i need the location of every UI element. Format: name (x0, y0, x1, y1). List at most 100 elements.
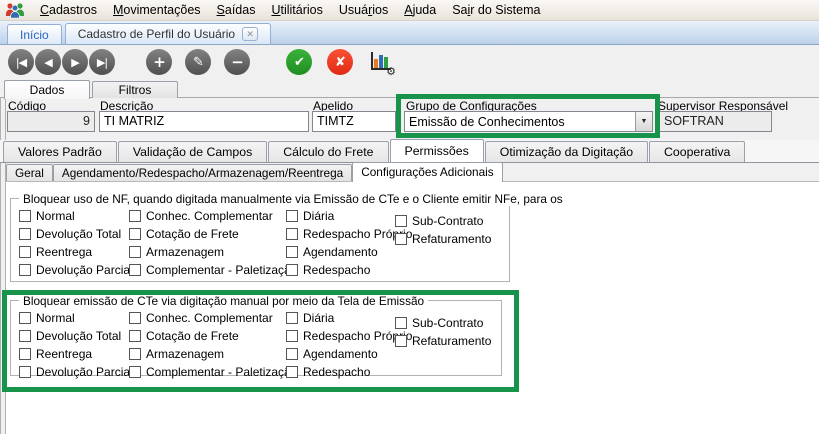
close-icon[interactable]: ✕ (242, 27, 259, 41)
checkbox-item[interactable]: Redespacho Próprio (286, 225, 412, 243)
checkbox-item[interactable]: Agendamento (286, 243, 395, 261)
group-bloquear-emissao-cte: Bloquear emissão de CTe via digitação ma… (10, 294, 502, 379)
tab-valores-padrao[interactable]: Valores Padrão (3, 141, 117, 162)
tab-geral[interactable]: Geral (6, 164, 53, 181)
checkbox-item[interactable]: Cotação de Frete (129, 225, 286, 243)
cancel-button[interactable]: ✘ (327, 49, 353, 75)
checkbox[interactable] (129, 228, 141, 240)
checkbox[interactable] (129, 312, 141, 324)
descricao-field[interactable]: TI MATRIZ (99, 111, 309, 132)
checkbox-item[interactable]: Sub-Contrato (395, 212, 507, 230)
checkbox[interactable] (19, 348, 31, 360)
checkbox[interactable] (286, 330, 298, 342)
checkbox-item[interactable]: Conhec. Complementar (129, 309, 286, 327)
checkbox[interactable] (286, 366, 298, 378)
tab-permissoes[interactable]: Permissões (389, 139, 484, 163)
checkbox-item[interactable]: Redespacho Próprio (286, 327, 412, 345)
insert-record-button[interactable]: + (146, 49, 172, 75)
tab-configuracoes-adicionais[interactable]: Configurações Adicionais (352, 162, 503, 182)
tab-cadastro-perfil-usuario[interactable]: Cadastro de Perfil do Usuário ✕ (64, 23, 272, 44)
tab-inicio[interactable]: Início (7, 24, 62, 44)
checkbox-item[interactable]: Devolução Parcial (19, 261, 133, 279)
tab-otimizacao-da-digitacao[interactable]: Otimização da Digitação (484, 141, 649, 162)
checkbox[interactable] (19, 330, 31, 342)
checkbox-item[interactable]: Diária (286, 309, 395, 327)
checkbox[interactable] (395, 233, 407, 245)
checkbox[interactable] (19, 228, 31, 240)
checkbox-item[interactable]: Diária (286, 207, 395, 225)
main-tabs: Valores Padrão Validação de Campos Cálcu… (0, 139, 819, 163)
first-record-button[interactable]: |◀ (8, 49, 34, 75)
checkbox-item[interactable]: Reentrega (19, 243, 129, 261)
checkbox[interactable] (19, 264, 31, 276)
menu-item-saidas[interactable]: Saídas (209, 1, 264, 19)
edit-record-button[interactable]: ✎ (185, 49, 211, 75)
checkbox[interactable] (395, 215, 407, 227)
checkbox-item[interactable]: Conhec. Complementar (129, 207, 286, 225)
checkbox-item[interactable]: Armazenagem (129, 243, 286, 261)
checkbox[interactable] (286, 210, 298, 222)
checkbox-item[interactable]: Devolução Total (19, 327, 129, 345)
checkbox-item[interactable]: Devolução Total (19, 225, 129, 243)
checkbox[interactable] (129, 330, 141, 342)
tab-label: Cadastro de Perfil do Usuário (77, 27, 236, 41)
checkbox[interactable] (19, 246, 31, 258)
checkbox-label: Normal (36, 209, 75, 223)
checkbox-label: Cotação de Frete (146, 329, 239, 343)
checkbox[interactable] (395, 317, 407, 329)
checkbox-item[interactable]: Agendamento (286, 345, 395, 363)
checkbox[interactable] (129, 246, 141, 258)
menu-item-ajuda[interactable]: Ajuda (396, 1, 444, 19)
checkbox-item[interactable]: Cotação de Frete (129, 327, 286, 345)
menu-item-cadastros[interactable]: Cadastros (32, 1, 105, 19)
checkbox[interactable] (286, 264, 298, 276)
document-tab-strip: Início Cadastro de Perfil do Usuário ✕ (0, 21, 819, 45)
chevron-down-icon[interactable]: ▼ (635, 112, 652, 131)
checkbox[interactable] (19, 210, 31, 222)
checkbox[interactable] (395, 335, 407, 347)
checkbox-item[interactable]: Refaturamento (395, 230, 507, 248)
checkbox-label: Redespacho (303, 263, 371, 277)
apelido-field[interactable]: TIMTZ (312, 111, 396, 132)
prior-record-button[interactable]: ◀ (35, 49, 61, 75)
checkbox-item[interactable]: Devolução Parcial (19, 363, 133, 381)
tab-cooperativa[interactable]: Cooperativa (649, 141, 746, 162)
confirm-button[interactable]: ✔ (286, 49, 312, 75)
checkbox-item[interactable]: Complementar - Paletização (129, 363, 297, 381)
chart-settings-button[interactable]: ⚙ (367, 49, 396, 78)
tab-dados[interactable]: Dados (4, 80, 90, 99)
checkbox[interactable] (286, 348, 298, 360)
checkbox[interactable] (129, 348, 141, 360)
checkbox-item[interactable]: Sub-Contrato (395, 314, 499, 332)
checkbox[interactable] (286, 246, 298, 258)
tab-validacao-de-campos[interactable]: Validação de Campos (117, 141, 268, 162)
checkbox-column: Diária Redespacho Próprio Agendamento Redes… (286, 207, 412, 279)
last-record-button[interactable]: ▶| (89, 49, 115, 75)
checkbox[interactable] (129, 210, 141, 222)
checkbox-label: Devolução Parcial (36, 263, 133, 277)
checkbox[interactable] (129, 264, 141, 276)
menu-item-movimentacoes[interactable]: Movimentações (105, 1, 209, 19)
menu-item-utilitarios[interactable]: Utilitários (263, 1, 330, 19)
tab-agendamento-redespacho-armazenagem-reentrega[interactable]: Agendamento/Redespacho/Armazenagem/Reent… (52, 164, 353, 181)
grupo-configuracoes-dropdown[interactable]: Emissão de Conhecimentos ▼ (404, 111, 653, 132)
checkbox[interactable] (19, 366, 31, 378)
checkbox-item[interactable]: Reentrega (19, 345, 129, 363)
checkbox-item[interactable]: Refaturamento (395, 332, 499, 350)
tab-filtros[interactable]: Filtros (92, 81, 178, 98)
checkbox-item[interactable]: Redespacho (286, 261, 395, 279)
checkbox[interactable] (286, 228, 298, 240)
checkbox-item[interactable]: Normal (19, 309, 129, 327)
checkbox-item[interactable]: Armazenagem (129, 345, 286, 363)
checkbox-item[interactable]: Normal (19, 207, 129, 225)
delete-record-button[interactable]: − (224, 49, 250, 75)
checkbox[interactable] (19, 312, 31, 324)
next-record-button[interactable]: ▶ (62, 49, 88, 75)
checkbox[interactable] (286, 312, 298, 324)
checkbox-item[interactable]: Redespacho (286, 363, 395, 381)
checkbox[interactable] (129, 366, 141, 378)
menu-item-sair-do-sistema[interactable]: Sair do Sistema (444, 1, 548, 19)
tab-calculo-do-frete[interactable]: Cálculo do Frete (268, 141, 389, 162)
menu-item-usuarios[interactable]: Usuários (331, 1, 396, 19)
checkbox-item[interactable]: Complementar - Paletização (129, 261, 297, 279)
